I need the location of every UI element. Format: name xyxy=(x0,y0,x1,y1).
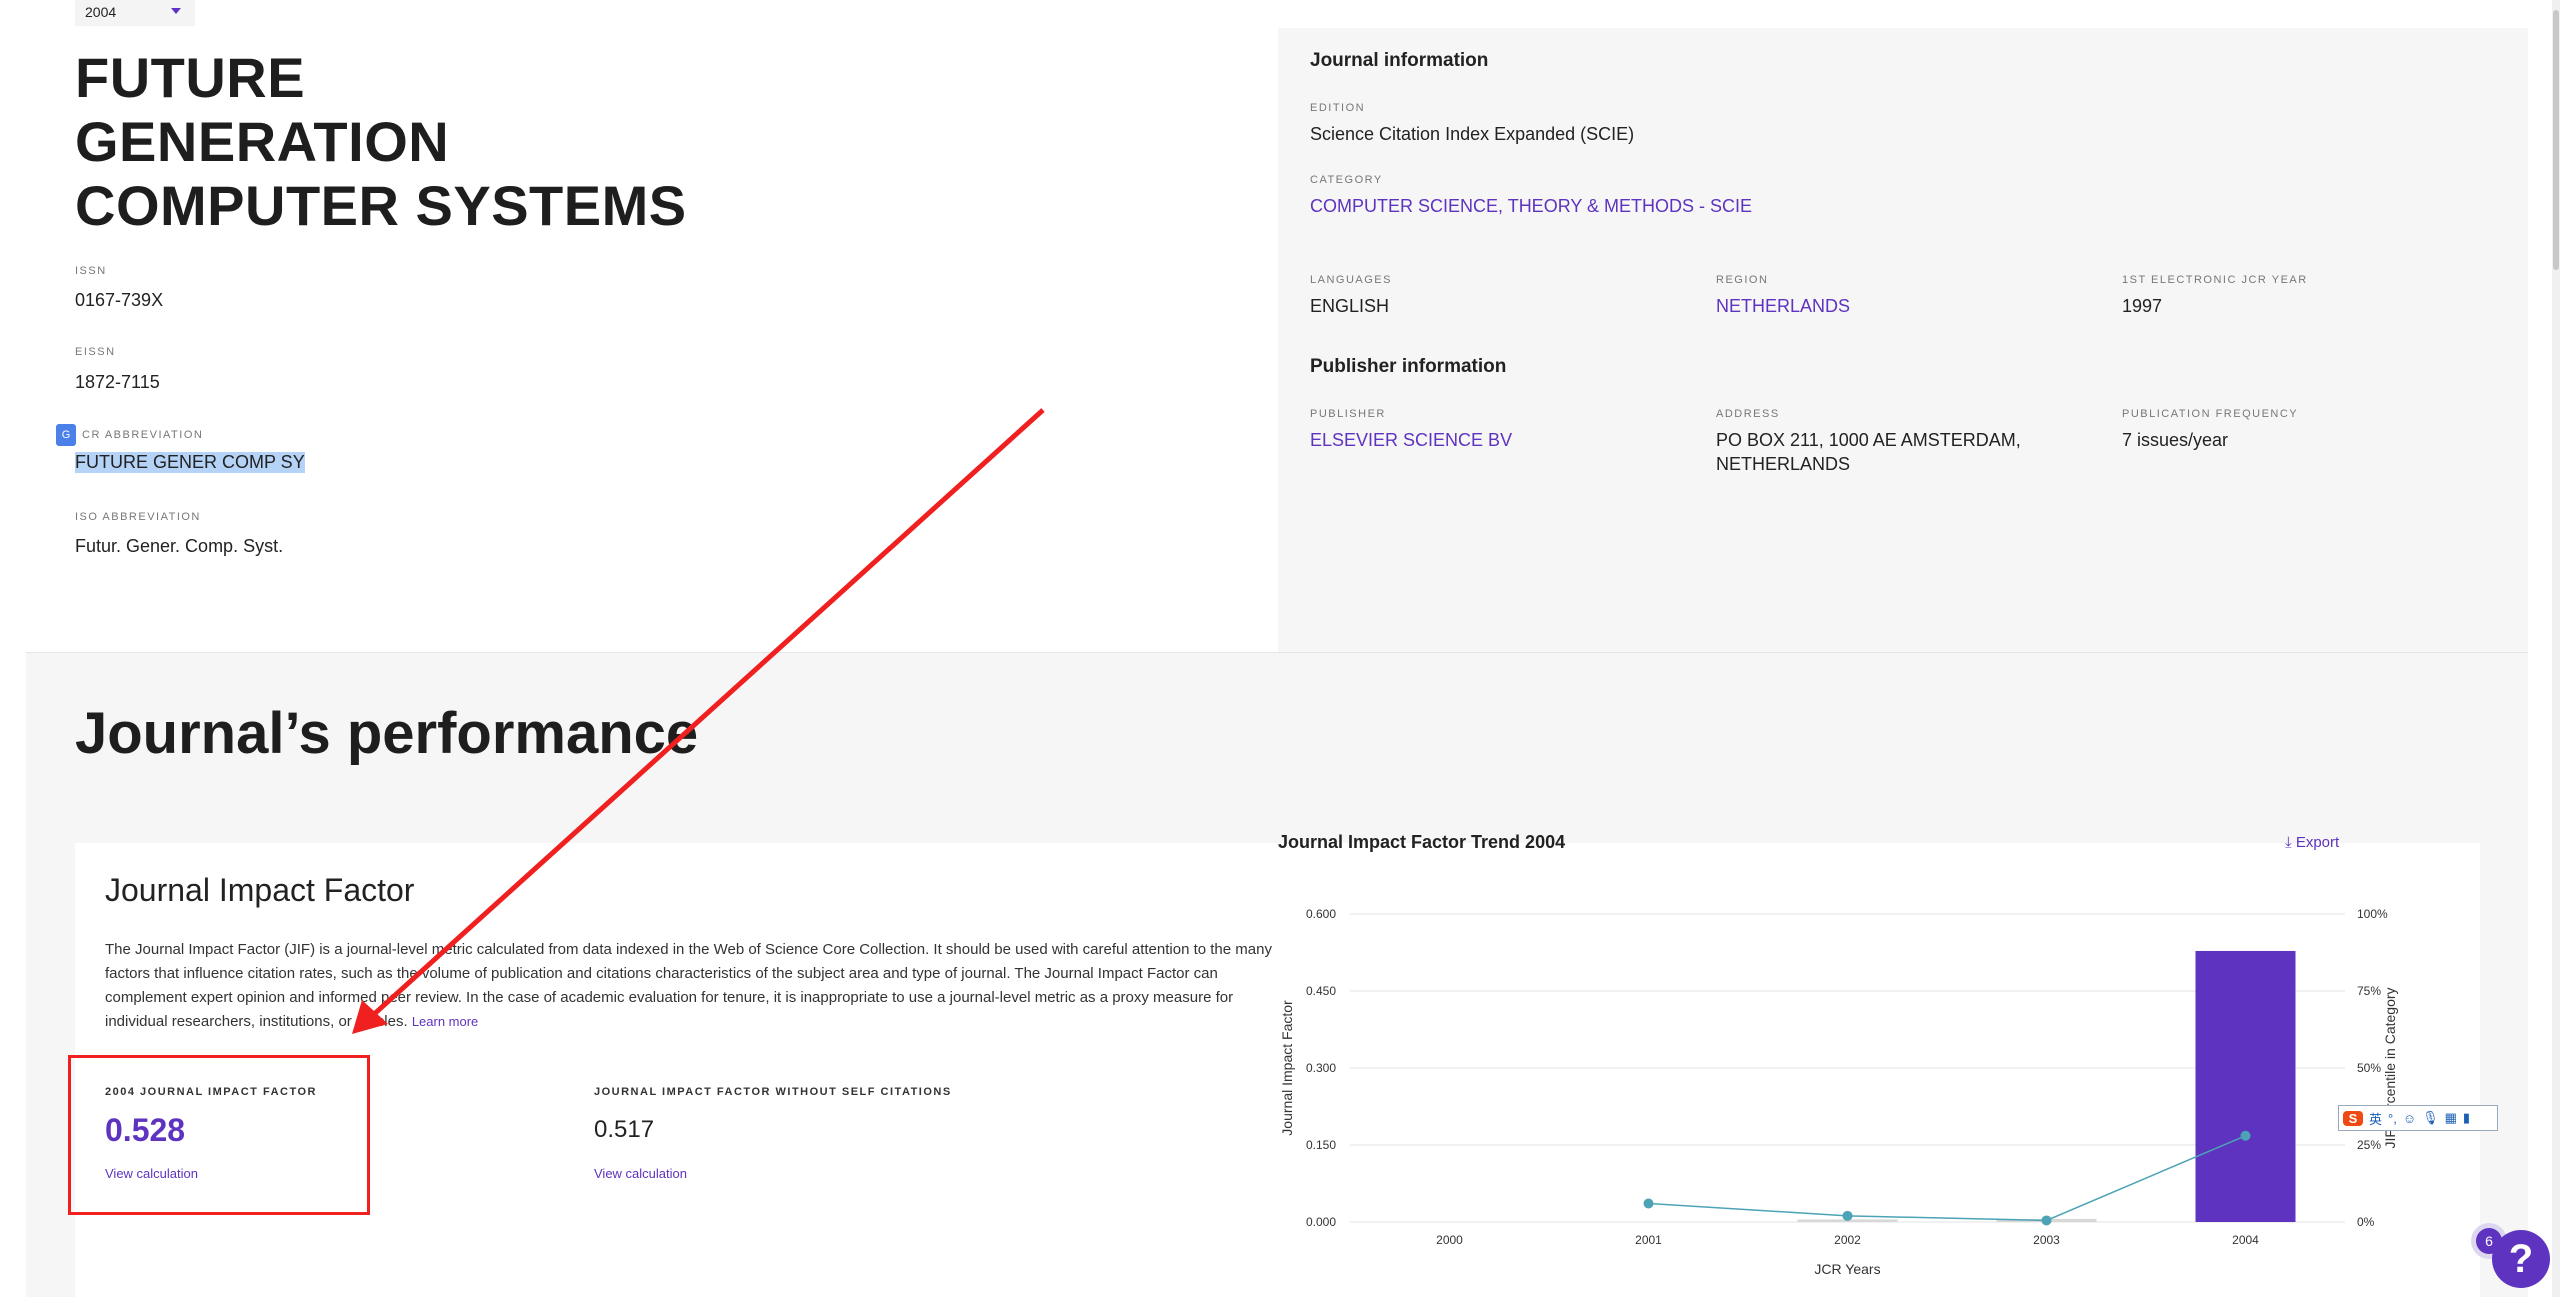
ime-language[interactable]: 英 xyxy=(2369,1109,2382,1128)
learn-more-link[interactable]: Learn more xyxy=(412,1014,478,1029)
annotation-highlight-box xyxy=(68,1055,370,1215)
percentile-line xyxy=(1648,1135,2246,1222)
iso-abbrev-value: Futur. Gener. Comp. Syst. xyxy=(75,536,284,556)
y-tick-label: 0.600 xyxy=(1306,907,1336,921)
chart-title: Journal Impact Factor Trend 2004 xyxy=(1278,832,1566,852)
journal-info-heading: Journal information xyxy=(1310,50,1489,71)
y-right-tick-label: 0% xyxy=(2357,1215,2375,1229)
skin-icon[interactable]: ▮ xyxy=(2463,1110,2470,1126)
sogou-logo-icon: S xyxy=(2343,1110,2363,1126)
title-line: COMPUTER SYSTEMS xyxy=(75,174,687,237)
y-axis-label: Journal Impact Factor xyxy=(1279,1000,1295,1136)
y-right-tick-label: 50% xyxy=(2357,1061,2381,1075)
y-tick-label: 0.000 xyxy=(1306,1215,1336,1229)
eissn-label: EISSN xyxy=(75,346,116,358)
punctuation-icon[interactable]: °, xyxy=(2388,1111,2397,1126)
iso-abbrev-label: ISO ABBREVIATION xyxy=(75,511,201,523)
percentile-point xyxy=(2240,1130,2251,1141)
emoji-icon[interactable]: ☺ xyxy=(2403,1111,2416,1126)
jif-heading: Journal Impact Factor xyxy=(105,872,415,908)
y-right-tick-label: 75% xyxy=(2357,984,2381,998)
publisher-link[interactable]: ELSEVIER SCIENCE BV xyxy=(1310,430,1512,451)
jif-noself-label: JOURNAL IMPACT FACTOR WITHOUT SELF CITAT… xyxy=(594,1086,952,1098)
first-year-label: 1ST ELECTRONIC JCR YEAR xyxy=(2122,274,2308,286)
edition-value: Science Citation Index Expanded (SCIE) xyxy=(1310,124,1635,144)
percentile-point xyxy=(1842,1210,1853,1221)
performance-heading: Journal’s performance xyxy=(75,701,699,766)
scrollbar[interactable] xyxy=(2552,0,2560,1297)
address-label: ADDRESS xyxy=(1716,408,1780,420)
y-tick-label: 0.300 xyxy=(1306,1061,1336,1075)
x-tick-label: 2003 xyxy=(2033,1233,2060,1247)
region-label: REGION xyxy=(1716,274,1769,286)
first-year-value: 1997 xyxy=(2122,296,2163,316)
jcr-abbrev-value: FUTURE GENER COMP SY xyxy=(75,452,305,473)
edition-label: EDITION xyxy=(1310,102,1366,114)
jif-noself-value: 0.517 xyxy=(594,1116,655,1143)
export-label: Export xyxy=(2295,834,2340,851)
scrollbar-thumb[interactable] xyxy=(2553,10,2559,270)
languages-label: LANGUAGES xyxy=(1310,274,1392,286)
frequency-label: PUBLICATION FREQUENCY xyxy=(2122,408,2299,420)
publisher-label: PUBLISHER xyxy=(1310,408,1386,420)
ime-toolbar[interactable]: S 英 °, ☺ 🎙 ▦ ▮ xyxy=(2338,1105,2498,1131)
x-tick-label: 2001 xyxy=(1635,1233,1662,1247)
mic-icon[interactable]: 🎙 xyxy=(2422,1110,2439,1126)
year-value: 2004 xyxy=(85,4,117,20)
percentile-point xyxy=(2041,1215,2052,1226)
journal-title: FUTURE GENERATION COMPUTER SYSTEMS xyxy=(75,46,687,238)
view-calculation-link[interactable]: View calculation xyxy=(594,1166,687,1181)
keyboard-icon[interactable]: ▦ xyxy=(2445,1110,2457,1126)
description-text: The Journal Impact Factor (JIF) is a jou… xyxy=(105,941,1272,1030)
x-axis-label: JCR Years xyxy=(1814,1261,1880,1277)
translate-icon[interactable]: G xyxy=(56,424,76,446)
export-button[interactable]: ⤓ Export xyxy=(2285,834,2339,851)
year-select[interactable]: 2004 xyxy=(75,0,195,26)
x-tick-label: 2000 xyxy=(1436,1233,1463,1247)
languages-value: ENGLISH xyxy=(1310,296,1390,316)
y-right-tick-label: 25% xyxy=(2357,1138,2381,1152)
y-right-tick-label: 100% xyxy=(2357,907,2388,921)
region-link[interactable]: NETHERLANDS xyxy=(1716,296,1850,317)
frequency-value: 7 issues/year xyxy=(2122,430,2229,450)
category-label: CATEGORY xyxy=(1310,174,1383,186)
x-tick-label: 2004 xyxy=(2232,1233,2259,1247)
jcr-abbrev-label: CR ABBREVIATION xyxy=(82,429,204,441)
y-tick-label: 0.450 xyxy=(1306,984,1336,998)
jif-description: The Journal Impact Factor (JIF) is a jou… xyxy=(105,938,1285,1034)
address-line1: PO BOX 211, 1000 AE AMSTERDAM, xyxy=(1716,430,2021,450)
issn-label: ISSN xyxy=(75,265,107,277)
help-button[interactable]: ? xyxy=(2492,1230,2550,1288)
category-link[interactable]: COMPUTER SCIENCE, THEORY & METHODS - SCI… xyxy=(1310,196,1752,217)
title-line: GENERATION xyxy=(75,110,450,173)
chevron-down-icon xyxy=(171,8,181,14)
bar xyxy=(2195,950,2296,1222)
journal-info-panel: Journal information EDITION Science Cita… xyxy=(1278,28,2528,652)
jif-trend-chart: 0.000 0% 0.150 25% 0.300 50% 0.450 75% 0.600 100%… xyxy=(1279,907,2398,1277)
download-icon: ⤓ xyxy=(2285,834,2296,851)
percentile-point xyxy=(1643,1198,1654,1209)
title-line: FUTURE xyxy=(75,46,306,109)
x-tick-label: 2002 xyxy=(1834,1233,1861,1247)
publisher-info-heading: Publisher information xyxy=(1310,356,1507,377)
address-line2: NETHERLANDS xyxy=(1716,454,1851,474)
y-tick-label: 0.150 xyxy=(1306,1138,1336,1152)
issn-value: 0167-739X xyxy=(75,290,164,310)
eissn-value: 1872-7115 xyxy=(75,372,160,392)
